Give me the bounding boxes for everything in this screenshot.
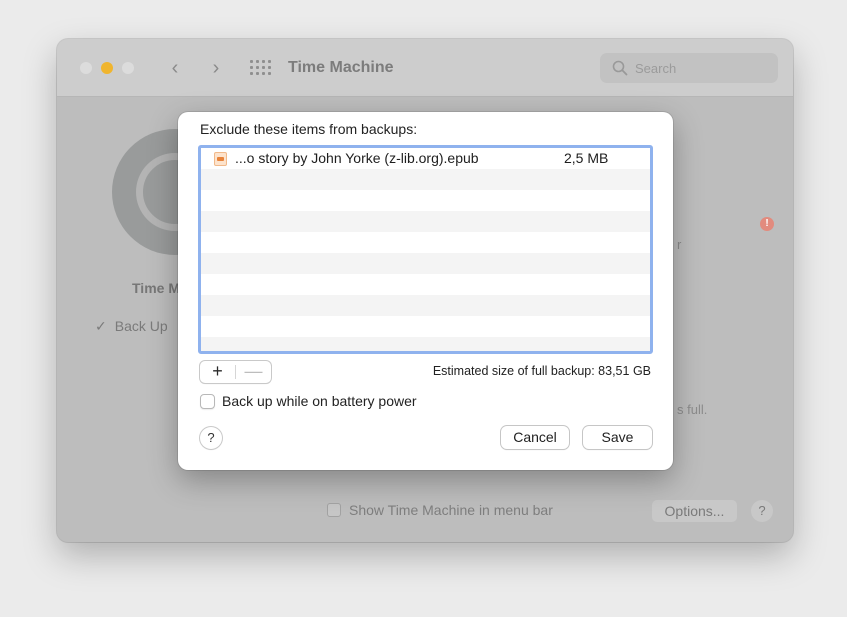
empty-row	[201, 211, 650, 232]
remove-item-button[interactable]: —	[236, 361, 271, 383]
checkbox-box	[327, 503, 341, 517]
background-text-fragment: r	[677, 237, 682, 252]
show-all-grid-icon[interactable]	[250, 60, 271, 76]
title-bar: ‹ › Time Machine Search	[57, 39, 793, 97]
battery-power-checkbox[interactable]: Back up while on battery power	[200, 393, 417, 409]
empty-row	[201, 190, 650, 211]
cancel-button[interactable]: Cancel	[501, 426, 569, 449]
checkmark-icon: ✓	[95, 318, 107, 334]
battery-power-label: Back up while on battery power	[222, 393, 417, 409]
search-icon	[612, 60, 628, 76]
add-remove-segmented-control: + —	[200, 361, 271, 383]
window-title: Time Machine	[288, 59, 394, 76]
alert-icon: !	[760, 217, 774, 231]
item-name: ...o story by John Yorke (z-lib.org).epu…	[235, 150, 479, 166]
background-text-fragment: s full.	[677, 402, 708, 417]
show-in-menu-bar-checkbox[interactable]: Show Time Machine in menu bar	[327, 502, 553, 518]
zoom-window-button[interactable]	[122, 62, 134, 74]
checkbox-box	[200, 394, 215, 409]
empty-row	[201, 316, 650, 337]
sheet-title: Exclude these items from backups:	[200, 121, 418, 137]
empty-row	[201, 169, 650, 190]
list-item[interactable]: ...o story by John Yorke (z-lib.org).epu…	[201, 148, 650, 169]
empty-row	[201, 337, 650, 351]
options-button[interactable]: Options...	[652, 500, 737, 522]
item-size: 2,5 MB	[564, 150, 609, 166]
chevron-right-icon[interactable]: ›	[205, 57, 227, 79]
close-window-button[interactable]	[80, 62, 92, 74]
empty-row	[201, 253, 650, 274]
back-up-label: Back Up	[114, 318, 168, 334]
help-button[interactable]: ?	[200, 427, 222, 449]
add-item-button[interactable]: +	[200, 361, 235, 383]
search-placeholder: Search	[635, 61, 677, 76]
empty-row	[201, 232, 650, 253]
time-machine-label: Time M	[132, 280, 180, 296]
minimize-window-button[interactable]	[101, 62, 113, 74]
epub-file-icon	[214, 152, 227, 166]
chevron-left-icon[interactable]: ‹	[164, 57, 186, 79]
exclude-items-sheet: Exclude these items from backups: ...o s…	[178, 112, 673, 470]
show-in-menu-bar-label: Show Time Machine in menu bar	[349, 502, 553, 518]
back-up-automatically-checkbox[interactable]: ✓ Back Up	[95, 318, 168, 335]
search-field[interactable]: Search	[600, 53, 778, 83]
empty-row	[201, 274, 650, 295]
save-button[interactable]: Save	[583, 426, 652, 449]
excluded-items-list[interactable]: ...o story by John Yorke (z-lib.org).epu…	[198, 145, 653, 354]
estimated-backup-size: Estimated size of full backup: 83,51 GB	[432, 364, 651, 378]
empty-row	[201, 295, 650, 316]
help-button[interactable]: ?	[751, 500, 773, 522]
